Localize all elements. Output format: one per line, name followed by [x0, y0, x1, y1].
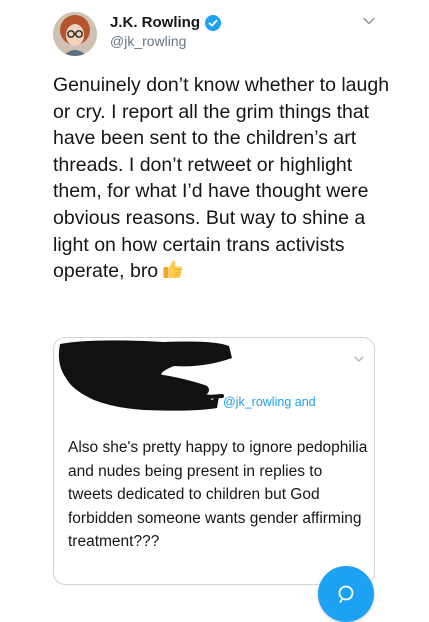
avatar-image: [53, 12, 97, 56]
avatar[interactable]: [53, 12, 97, 56]
compose-fab-button[interactable]: [318, 566, 374, 622]
tweet-body: Genuinely don’t know whether to laugh or…: [53, 72, 403, 285]
author-name[interactable]: J.K. Rowling: [110, 14, 200, 31]
author-handle[interactable]: @jk_rowling: [110, 33, 186, 49]
quote-chevron-down-icon[interactable]: [353, 352, 365, 364]
chevron-down-icon[interactable]: [362, 14, 376, 28]
redacted-author-scribble: [58, 340, 232, 411]
thumbs-up-icon: [162, 258, 184, 280]
compose-icon: [338, 585, 354, 603]
quote-text: Also she's pretty happy to ignore pedoph…: [68, 439, 372, 550]
verified-badge-icon: [205, 14, 221, 31]
tweet-text: Genuinely don’t know whether to laugh or…: [53, 74, 395, 283]
author-row: J.K. Rowling: [110, 14, 221, 31]
quote-replying-to[interactable]: @jk_rowling and: [223, 395, 316, 409]
quoted-tweet-card[interactable]: @jk_rowling and Also she's pretty happy …: [53, 337, 375, 585]
